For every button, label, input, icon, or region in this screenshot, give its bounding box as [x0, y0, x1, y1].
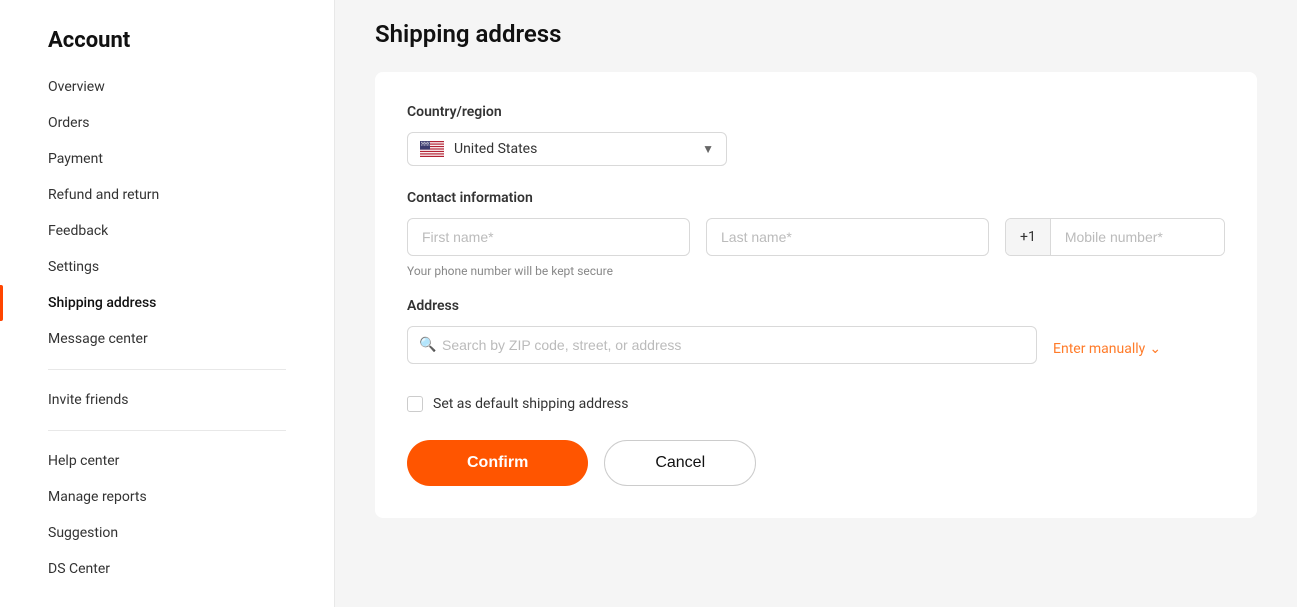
country-section-label: Country/region [407, 104, 1225, 120]
first-name-input[interactable] [407, 218, 690, 256]
country-value: United States [454, 141, 537, 157]
sidebar-item-label: Manage reports [48, 489, 147, 505]
chevron-down-icon: ▼ [702, 142, 714, 156]
sidebar-item-label: Orders [48, 115, 90, 131]
sidebar-title: Account [0, 20, 334, 69]
sidebar-item-label: Invite friends [48, 392, 129, 408]
phone-hint: Your phone number will be kept secure [407, 264, 1225, 278]
address-search-wrapper: 🔍 [407, 326, 1037, 364]
mobile-input[interactable] [1051, 219, 1225, 255]
last-name-input[interactable] [706, 218, 989, 256]
sidebar-item-label: Overview [48, 79, 105, 95]
sidebar-item-invite-friends[interactable]: Invite friends [0, 382, 334, 418]
sidebar-item-label: Help center [48, 453, 119, 469]
sidebar-divider-2 [48, 430, 286, 431]
sidebar-item-label: Refund and return [48, 187, 159, 203]
default-address-checkbox[interactable] [407, 396, 423, 412]
sidebar-item-suggestion[interactable]: Suggestion [0, 515, 334, 551]
cancel-button[interactable]: Cancel [604, 440, 756, 486]
address-section-label: Address [407, 298, 1225, 314]
sidebar-item-label: Feedback [48, 223, 108, 239]
sidebar-item-message-center[interactable]: Message center [0, 321, 334, 357]
sidebar: Account Overview Orders Payment Refund a… [0, 0, 335, 607]
country-select[interactable]: United States ▼ [407, 132, 727, 166]
enter-manually-button[interactable]: Enter manually ⌄ [1053, 341, 1161, 357]
sidebar-item-label: Shipping address [48, 295, 156, 311]
sidebar-item-label: Message center [48, 331, 148, 347]
sidebar-item-help-center[interactable]: Help center [0, 443, 334, 479]
sidebar-item-ds-center[interactable]: DS Center [0, 551, 334, 587]
contact-row: +1 [407, 218, 1225, 256]
sidebar-item-overview[interactable]: Overview [0, 69, 334, 105]
sidebar-item-manage-reports[interactable]: Manage reports [0, 479, 334, 515]
sidebar-item-label: Suggestion [48, 525, 118, 541]
shipping-address-form: Country/region [375, 72, 1257, 518]
phone-group: +1 [1005, 218, 1225, 256]
address-row: 🔍 Enter manually ⌄ [407, 326, 1225, 372]
confirm-button[interactable]: Confirm [407, 440, 588, 486]
sidebar-item-refund[interactable]: Refund and return [0, 177, 334, 213]
sidebar-item-orders[interactable]: Orders [0, 105, 334, 141]
country-select-left: United States [420, 141, 537, 157]
us-flag-icon [420, 141, 444, 157]
main-content: Shipping address Country/region [335, 0, 1297, 607]
default-address-row: Set as default shipping address [407, 396, 1225, 412]
sidebar-item-settings[interactable]: Settings [0, 249, 334, 285]
address-search-input[interactable] [407, 326, 1037, 364]
sidebar-item-label: Settings [48, 259, 99, 275]
sidebar-item-shipping-address[interactable]: Shipping address [0, 285, 334, 321]
button-row: Confirm Cancel [407, 440, 1225, 486]
sidebar-item-label: Payment [48, 151, 103, 167]
sidebar-item-payment[interactable]: Payment [0, 141, 334, 177]
enter-manually-label: Enter manually [1053, 341, 1145, 357]
default-address-label: Set as default shipping address [433, 396, 629, 412]
search-icon: 🔍 [419, 337, 436, 353]
contact-section-label: Contact information [407, 190, 1225, 206]
sidebar-item-feedback[interactable]: Feedback [0, 213, 334, 249]
page-title: Shipping address [375, 20, 1257, 48]
chevron-down-small-icon: ⌄ [1149, 341, 1161, 357]
phone-code: +1 [1006, 219, 1051, 255]
sidebar-divider-1 [48, 369, 286, 370]
